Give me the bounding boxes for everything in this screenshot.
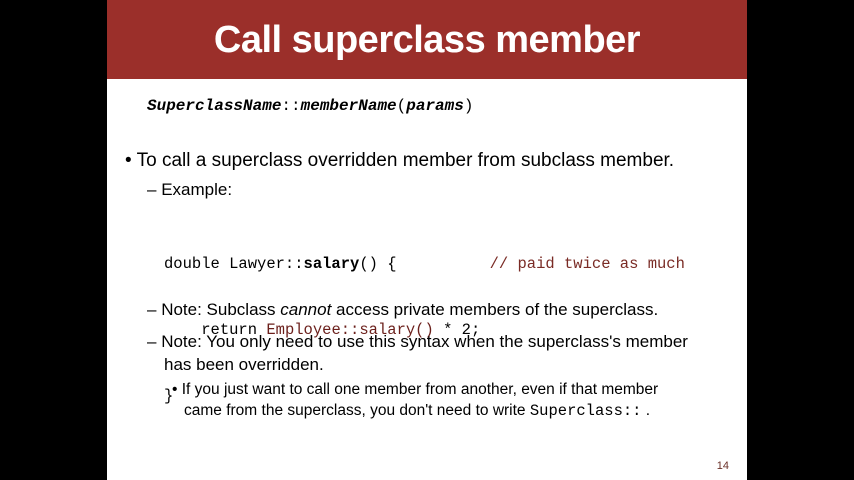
code-l1-c: () { xyxy=(359,255,397,273)
note1-a: Note: Subclass xyxy=(161,300,281,319)
title-bar: Call superclass member xyxy=(107,0,747,79)
sub-bullet-dot: • xyxy=(172,381,178,398)
sub-bullet: • If you just want to call one member fr… xyxy=(172,379,658,422)
dash-marker: – xyxy=(147,300,157,319)
code-comment: // paid twice as much xyxy=(489,255,685,273)
note2-line2: has been overridden. xyxy=(164,355,324,374)
sub-line2-a: came from the superclass, you don't need… xyxy=(184,402,530,419)
syntax-class: SuperclassName xyxy=(147,97,282,115)
main-bullet: • To call a superclass overridden member… xyxy=(125,150,674,172)
dash-marker: – xyxy=(147,332,157,351)
code-l1-a: double Lawyer:: xyxy=(164,255,304,273)
code-line-1: double Lawyer::salary() { // paid twice … xyxy=(164,253,685,275)
syntax-sep: :: xyxy=(281,97,301,115)
bullet-dot: • xyxy=(125,150,132,171)
syntax-params: params xyxy=(406,97,464,115)
sub-line2-c: . xyxy=(641,402,651,419)
example-label: Example: xyxy=(161,180,233,199)
note-2: – Note: You only need to use this syntax… xyxy=(147,330,688,376)
note2-line1: Note: You only need to use this syntax w… xyxy=(161,332,688,351)
syntax-line: SuperclassName::memberName(params) xyxy=(147,97,473,115)
dash-marker: – xyxy=(147,180,157,199)
note1-c: access private members of the superclass… xyxy=(331,300,659,319)
syntax-open: ( xyxy=(396,97,407,115)
code-l1-b: salary xyxy=(303,255,360,273)
note-1: – Note: Subclass cannot access private m… xyxy=(147,300,658,320)
main-bullet-text: To call a superclass overridden member f… xyxy=(136,150,675,171)
syntax-member: memberName xyxy=(300,97,397,115)
syntax-close: ) xyxy=(463,97,474,115)
note1-b: cannot xyxy=(280,300,332,319)
page-number: 14 xyxy=(716,460,729,472)
slide: Call superclass member SuperclassName::m… xyxy=(107,0,747,480)
slide-title: Call superclass member xyxy=(213,19,641,61)
example-item: – Example: xyxy=(147,180,232,200)
sub-line2-b: Superclass:: xyxy=(529,402,642,420)
sub-line1: If you just want to call one member from… xyxy=(181,381,659,398)
